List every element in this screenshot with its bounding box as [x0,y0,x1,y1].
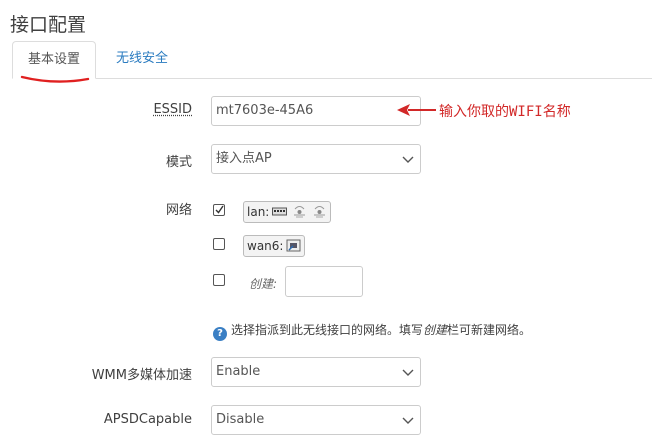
chevron-down-icon [402,369,414,376]
wmm-select-value: Enable [216,364,261,379]
mode-select[interactable]: 接入点AP [211,144,421,174]
annotation-text: 输入你取的WIFI名称 [439,104,571,120]
tab-basic-settings[interactable]: 基本设置 [12,41,96,79]
help-text-suffix: 栏可新建网络。 [447,323,532,337]
wmm-label: WMM多媒体加速 [91,368,192,383]
wifi-disabled-icon [314,206,325,218]
annotation-arrow [397,104,436,116]
help-icon: ? [213,327,227,341]
network-label: 网络 [165,203,192,218]
apsd-label: APSDCapable [103,412,192,427]
mode-label: 模式 [165,155,192,170]
wan6-network-badge: wan6: [243,235,306,257]
checkmark-icon [215,205,224,214]
create-network-input[interactable] [285,266,363,297]
essid-input[interactable]: mt7603e-45A6 [211,96,421,126]
tab-wireless-security[interactable]: 无线安全 [102,41,182,79]
ethernet-port-icon [286,239,301,252]
create-network-checkbox[interactable] [213,274,225,286]
chevron-down-icon [402,417,414,424]
help-text-prefix: 选择指派到此无线接口的网络。填写 [231,323,424,337]
apsd-select-value: Disable [216,412,265,427]
mode-select-value: 接入点AP [216,151,272,166]
wan6-network-name: wan6: [247,239,284,253]
wan6-checkbox[interactable] [213,238,225,250]
apsd-select[interactable]: Disable [211,405,421,435]
ethernet-switch-icon [272,207,288,216]
tab-bar: 基本设置 无线安全 [12,41,652,79]
lan-network-badge: lan: [243,201,331,223]
page-title: 接口配置 [10,14,87,36]
lan-network-name: lan: [247,205,270,219]
help-text-em: 创建 [423,323,448,337]
wifi-disabled-icon [294,206,306,218]
network-help-text: ? 选择指派到此无线接口的网络。填写创建栏可新建网络。 [213,321,531,341]
create-network-label: 创建: [249,277,278,291]
chevron-down-icon [402,156,414,163]
lan-checkbox[interactable] [213,204,225,216]
wmm-select[interactable]: Enable [211,357,421,387]
essid-label: ESSID [153,102,192,117]
